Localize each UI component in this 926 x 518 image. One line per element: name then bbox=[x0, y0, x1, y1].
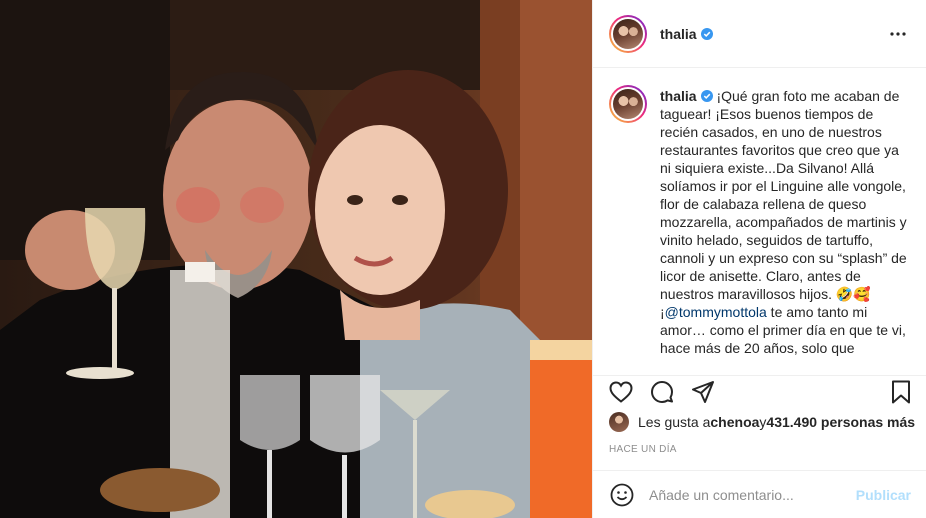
caption-text: thalia ¡Qué gran foto me acaban de tague… bbox=[660, 87, 910, 357]
likes-summary: Les gusta a chenoa y 431.490 personas má… bbox=[609, 412, 915, 432]
comments-section[interactable]: thalia ¡Qué gran foto me acaban de tague… bbox=[593, 69, 926, 375]
instagram-post: thalia thalia ¡Qué gran foto me acaban d… bbox=[0, 0, 926, 518]
heart-icon[interactable] bbox=[607, 378, 635, 406]
more-options-icon[interactable] bbox=[886, 22, 910, 46]
post-photo[interactable] bbox=[0, 0, 592, 518]
caption-body: ¡Qué gran foto me acaban de taguear! ¡Es… bbox=[660, 88, 907, 302]
caption: thalia ¡Qué gran foto me acaban de tague… bbox=[609, 85, 911, 357]
caption-emoji: 🤣🥰 bbox=[835, 286, 871, 302]
avatar-image bbox=[613, 18, 643, 49]
profile-avatar[interactable] bbox=[609, 14, 647, 53]
verified-badge-icon bbox=[700, 27, 713, 40]
verified-badge-icon bbox=[700, 90, 713, 102]
emoji-icon[interactable] bbox=[609, 482, 635, 508]
post-header: thalia bbox=[593, 0, 926, 68]
liker-username[interactable]: chenoa bbox=[710, 414, 759, 430]
bookmark-icon[interactable] bbox=[887, 378, 915, 406]
couple-restaurant-photo bbox=[0, 0, 592, 518]
post-timestamp[interactable]: HACE UN DÍA bbox=[609, 444, 677, 455]
share-icon[interactable] bbox=[689, 378, 717, 406]
post-side-panel: thalia thalia ¡Qué gran foto me acaban d… bbox=[592, 0, 926, 518]
comment-icon[interactable] bbox=[648, 378, 676, 406]
add-comment-bar: Publicar bbox=[593, 470, 926, 518]
mention-link[interactable]: @tommymottola bbox=[665, 304, 767, 320]
likes-count[interactable]: 431.490 personas más bbox=[766, 414, 915, 430]
likes-prefix: Les gusta a bbox=[638, 414, 711, 430]
caption-avatar[interactable] bbox=[609, 85, 647, 123]
likes-mid: y bbox=[759, 414, 767, 430]
header-username[interactable]: thalia bbox=[660, 26, 713, 42]
avatar-image bbox=[613, 89, 643, 119]
caption-username[interactable]: thalia bbox=[660, 88, 697, 104]
action-bar bbox=[593, 375, 926, 407]
publish-button[interactable]: Publicar bbox=[856, 487, 911, 503]
username-text[interactable]: thalia bbox=[660, 26, 697, 42]
comment-input[interactable] bbox=[649, 486, 856, 503]
liker-avatar[interactable] bbox=[609, 412, 629, 432]
